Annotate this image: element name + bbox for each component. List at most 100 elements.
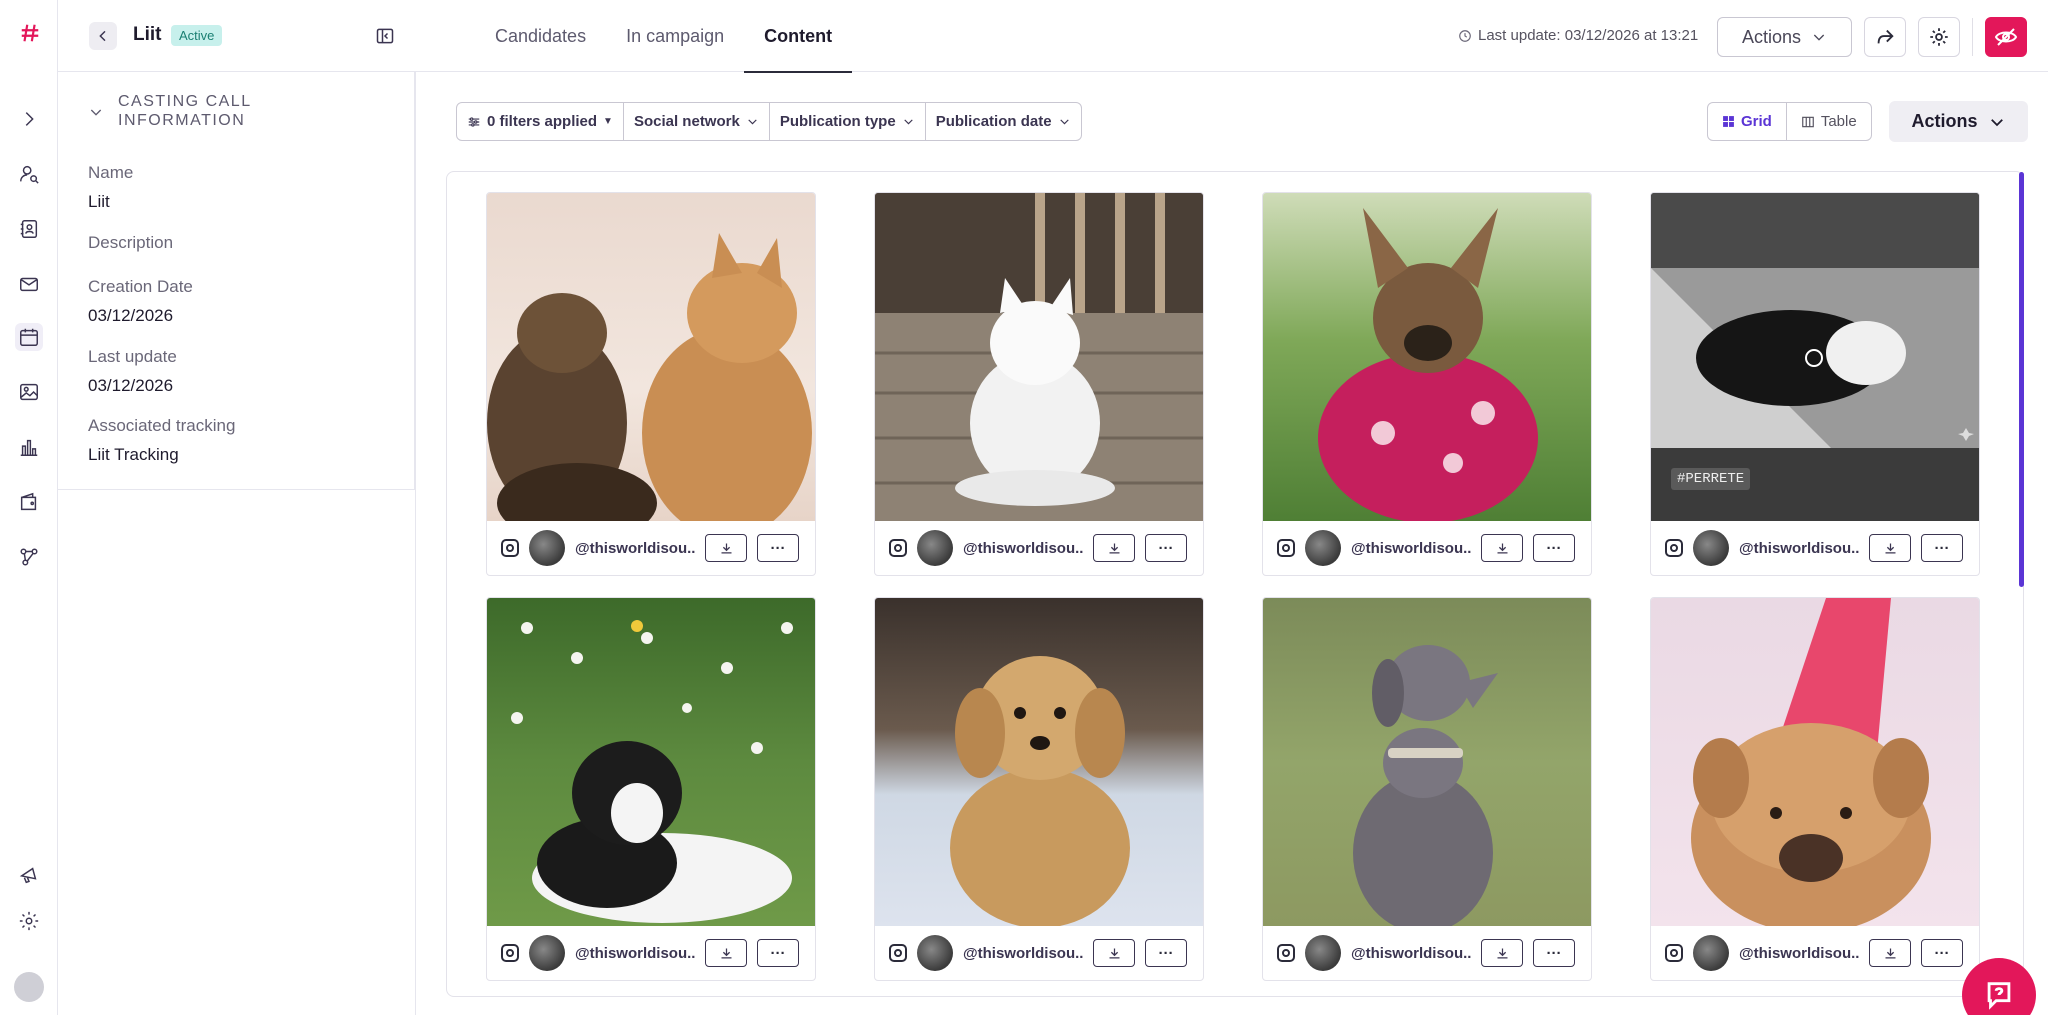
content-card[interactable]: @thisworldisou... ··· xyxy=(874,192,1204,576)
creator-avatar[interactable] xyxy=(1305,935,1341,971)
card-footer: @thisworldisou... ··· xyxy=(487,521,815,575)
filters-applied-dropdown[interactable]: 0 filters applied ▼ xyxy=(457,103,624,140)
field-label: Description xyxy=(88,233,174,252)
content-image[interactable] xyxy=(1263,598,1591,933)
content-card[interactable]: @thisworldisou... ··· xyxy=(1262,597,1592,981)
content-card[interactable]: @thisworldisou... ··· xyxy=(486,597,816,981)
download-button[interactable] xyxy=(1481,534,1523,562)
download-button[interactable] xyxy=(1869,534,1911,562)
more-options-button[interactable]: ··· xyxy=(1921,534,1963,562)
field-label: Associated tracking xyxy=(88,416,236,435)
panel-divider xyxy=(415,72,416,1015)
content-image[interactable] xyxy=(875,193,1203,521)
mail-icon[interactable] xyxy=(15,270,43,298)
chevron-down-icon xyxy=(1059,119,1069,125)
brand-logo-icon[interactable] xyxy=(15,18,45,48)
content-image[interactable] xyxy=(1651,598,1979,933)
content-card[interactable]: #PERRETE @thisworldisou... ··· xyxy=(1650,192,1980,576)
tab-content[interactable]: Content xyxy=(744,0,853,73)
user-avatar[interactable] xyxy=(14,972,44,1002)
content-image[interactable] xyxy=(875,598,1203,928)
content-image[interactable] xyxy=(487,193,815,543)
filter-label: Social network xyxy=(633,113,740,130)
field-creation-date: Creation Date 03/12/2026 xyxy=(88,277,193,326)
download-button[interactable] xyxy=(1093,534,1135,562)
social-network-dropdown[interactable]: Social network xyxy=(624,103,770,140)
more-options-button[interactable]: ··· xyxy=(1145,534,1187,562)
creator-handle[interactable]: @thisworldisou... xyxy=(1739,945,1859,962)
creator-handle[interactable]: @thisworldisou... xyxy=(1739,540,1859,557)
creator-avatar[interactable] xyxy=(1693,935,1729,971)
creator-handle[interactable]: @thisworldisou... xyxy=(575,945,695,962)
content-card[interactable]: @thisworldisou... ··· xyxy=(1650,597,1980,981)
wallet-icon[interactable] xyxy=(15,488,43,516)
download-button[interactable] xyxy=(1481,939,1523,967)
field-value[interactable]: Liit Tracking xyxy=(88,445,235,465)
tab-in-campaign[interactable]: In campaign xyxy=(606,0,744,72)
field-label: Creation Date xyxy=(88,277,193,296)
collapse-panel-icon[interactable] xyxy=(375,26,395,46)
publication-type-dropdown[interactable]: Publication type xyxy=(770,103,926,140)
download-button[interactable] xyxy=(1093,939,1135,967)
megaphone-icon[interactable] xyxy=(15,861,43,889)
download-button[interactable] xyxy=(705,939,747,967)
download-icon xyxy=(1109,543,1119,553)
creator-avatar[interactable] xyxy=(529,935,565,971)
content-card[interactable]: @thisworldisou... ··· xyxy=(486,192,816,576)
chevron-left-icon xyxy=(99,30,106,42)
user-search-icon[interactable] xyxy=(15,160,43,188)
instagram-icon xyxy=(501,539,519,557)
field-associated-tracking: Associated tracking Liit Tracking xyxy=(88,416,235,465)
more-options-button[interactable]: ··· xyxy=(757,534,799,562)
content-image[interactable] xyxy=(487,598,815,926)
more-options-button[interactable]: ··· xyxy=(1533,939,1575,967)
creator-avatar[interactable] xyxy=(1693,530,1729,566)
view-grid-button[interactable]: Grid xyxy=(1708,103,1787,140)
creator-avatar[interactable] xyxy=(917,935,953,971)
view-table-button[interactable]: Table xyxy=(1787,103,1871,140)
expand-chevron-icon[interactable] xyxy=(15,105,43,133)
creator-avatar[interactable] xyxy=(917,530,953,566)
settings-gear-icon[interactable] xyxy=(15,907,43,935)
tab-candidates[interactable]: Candidates xyxy=(475,0,606,72)
share-button[interactable] xyxy=(1864,17,1906,57)
calendar-icon[interactable] xyxy=(15,323,43,351)
back-button[interactable] xyxy=(89,22,117,50)
instagram-icon xyxy=(1665,539,1683,557)
publication-date-dropdown[interactable]: Publication date xyxy=(926,103,1081,140)
more-options-button[interactable]: ··· xyxy=(1145,939,1187,967)
creator-avatar[interactable] xyxy=(1305,530,1341,566)
content-scrollbar[interactable] xyxy=(2019,172,2024,587)
content-card[interactable]: @thisworldisou... ··· xyxy=(874,597,1204,981)
download-button[interactable] xyxy=(1869,939,1911,967)
more-options-button[interactable]: ··· xyxy=(1533,534,1575,562)
filter-bar: 0 filters applied ▼ Social network Publi… xyxy=(456,102,1082,141)
download-button[interactable] xyxy=(705,534,747,562)
settings-button[interactable] xyxy=(1918,17,1960,57)
creator-handle[interactable]: @thisworldisou... xyxy=(1351,945,1471,962)
contacts-book-icon[interactable] xyxy=(15,215,43,243)
white-spitz-on-deck-image xyxy=(875,193,1203,521)
chat-help-icon xyxy=(1987,982,2011,1010)
creator-handle[interactable]: @thisworldisou... xyxy=(1351,540,1471,557)
network-nodes-icon[interactable] xyxy=(15,543,43,571)
content-card[interactable]: @thisworldisou... ··· xyxy=(1262,192,1592,576)
more-options-button[interactable]: ··· xyxy=(1921,939,1963,967)
creator-handle[interactable]: @thisworldisou... xyxy=(575,540,695,557)
image-icon[interactable] xyxy=(15,378,43,406)
instagram-icon xyxy=(889,539,907,557)
hide-toggle-button[interactable] xyxy=(1985,17,2027,57)
instagram-icon xyxy=(501,944,519,962)
more-options-button[interactable]: ··· xyxy=(757,939,799,967)
content-image[interactable] xyxy=(1263,193,1591,523)
creator-avatar[interactable] xyxy=(529,530,565,566)
info-panel-header[interactable]: CASTING CALL INFORMATION xyxy=(88,92,278,130)
content-image[interactable]: #PERRETE xyxy=(1651,193,1979,521)
top-bar: Liit Active Candidates In campaign Conte… xyxy=(58,0,2048,73)
content-actions-button[interactable]: Actions xyxy=(1889,101,2028,142)
creator-handle[interactable]: @thisworldisou... xyxy=(963,540,1083,557)
creator-handle[interactable]: @thisworldisou... xyxy=(963,945,1083,962)
header-actions-button[interactable]: Actions xyxy=(1717,17,1852,57)
tabs: Candidates In campaign Content xyxy=(475,0,853,73)
bar-chart-icon[interactable] xyxy=(15,433,43,461)
